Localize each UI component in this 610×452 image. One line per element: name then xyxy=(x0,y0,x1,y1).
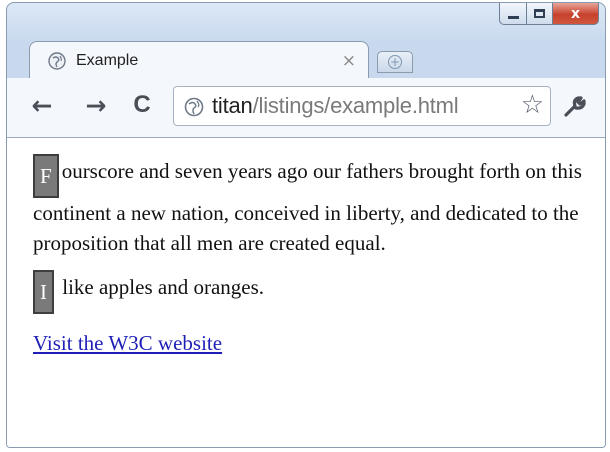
minimize-icon xyxy=(507,16,519,19)
url-text: titan/listings/example.html xyxy=(212,93,459,119)
first-letter-box: I xyxy=(33,270,54,314)
minimize-button[interactable] xyxy=(499,3,527,25)
url-host: titan xyxy=(212,93,253,118)
bookmark-star-icon[interactable]: ☆ xyxy=(521,92,544,118)
back-button[interactable]: ← xyxy=(27,90,57,120)
globe-icon xyxy=(184,97,204,117)
new-tab-button[interactable]: + xyxy=(377,51,413,73)
back-arrow-icon: ← xyxy=(31,90,53,120)
browser-window: x Example × + ← → C titan/listings/examp… xyxy=(6,2,606,448)
tab-title: Example xyxy=(76,52,139,69)
address-bar[interactable]: titan/listings/example.html ☆ xyxy=(173,86,551,126)
tab-example[interactable]: Example × xyxy=(29,41,369,79)
paragraph-2: I like apples and oranges. xyxy=(33,270,583,314)
maximize-icon xyxy=(534,9,545,18)
plus-icon: + xyxy=(388,55,402,69)
maximize-button[interactable] xyxy=(527,3,553,25)
globe-icon xyxy=(48,52,66,70)
wrench-icon[interactable] xyxy=(562,95,588,121)
paragraph-1-text: ourscore and seven years ago our fathers… xyxy=(33,159,582,255)
w3c-link[interactable]: Visit the W3C website xyxy=(33,331,222,355)
paragraph-1: Fourscore and seven years ago our father… xyxy=(33,154,583,258)
first-letter-box: F xyxy=(33,154,59,198)
close-window-button[interactable]: x xyxy=(553,3,599,25)
close-icon: x xyxy=(570,5,581,22)
reload-button[interactable]: C xyxy=(127,90,157,120)
tab-close-icon[interactable]: × xyxy=(342,51,356,71)
forward-arrow-icon: → xyxy=(85,90,107,120)
forward-button[interactable]: → xyxy=(81,90,111,120)
url-path: /listings/example.html xyxy=(252,93,459,118)
window-controls: x xyxy=(499,3,599,27)
paragraph-2-text: like apples and oranges. xyxy=(62,275,265,299)
page-content: Fourscore and seven years ago our father… xyxy=(7,138,605,447)
reload-icon: C xyxy=(133,91,151,118)
toolbar: ← → C titan/listings/example.html ☆ xyxy=(7,78,605,138)
paragraph-3: Visit the W3C website xyxy=(33,328,583,358)
